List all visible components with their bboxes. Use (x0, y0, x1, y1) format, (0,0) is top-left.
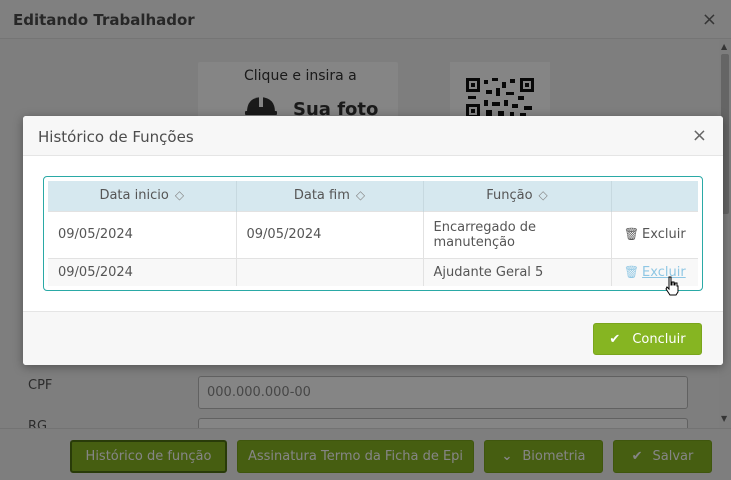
cell-data-inicio: 09/05/2024 (48, 257, 237, 286)
cell-funcao: Encarregado de manutenção (423, 210, 612, 258)
excluir-label: Excluir (642, 227, 686, 242)
modal-close-icon[interactable]: × (692, 125, 707, 146)
modal-footer: ✔ Concluir (23, 311, 723, 365)
column-header-data-inicio[interactable]: Data inicio ◇ (48, 181, 237, 211)
sort-icon: ◇ (355, 188, 366, 203)
cell-funcao: Ajudante Geral 5 (423, 257, 612, 286)
historico-funcoes-modal: Histórico de Funções × Data inicio ◇ Data… (23, 116, 723, 365)
table-row: 09/05/2024 09/05/2024 Encarregado de man… (48, 210, 698, 258)
cell-actions: 🗑 Excluir (611, 257, 698, 286)
sort-icon: ◇ (538, 188, 548, 203)
cell-data-fim: 09/05/2024 (236, 210, 424, 258)
modal-header: Histórico de Funções × (23, 116, 723, 156)
column-header-data-fim[interactable]: Data fim ◇ (236, 181, 424, 211)
concluir-button[interactable]: ✔ Concluir (593, 323, 702, 355)
concluir-label: Concluir (632, 331, 686, 347)
excluir-link[interactable]: 🗑 Excluir (624, 227, 686, 242)
trash-icon: 🗑 (623, 264, 640, 279)
column-header-funcao[interactable]: Função ◇ (423, 181, 612, 211)
hand-cursor-icon (665, 276, 679, 296)
cell-data-fim (236, 257, 424, 286)
trash-icon: 🗑 (623, 227, 640, 241)
check-icon: ✔ (609, 331, 621, 347)
sort-icon: ◇ (174, 188, 185, 203)
column-header-actions (611, 181, 698, 211)
table-row: 09/05/2024 Ajudante Geral 5 🗑 Excluir (48, 257, 698, 286)
funcoes-table: Data inicio ◇ Data fim ◇ Função ◇ 09/05/202… (48, 181, 698, 286)
column-label: Função (486, 188, 533, 204)
cell-data-inicio: 09/05/2024 (48, 210, 237, 258)
excluir-label: Excluir (642, 264, 686, 280)
modal-title: Histórico de Funções (38, 128, 194, 146)
funcoes-table-container: Data inicio ◇ Data fim ◇ Função ◇ 09/05/202… (43, 176, 703, 291)
column-label: Data inicio (99, 188, 169, 204)
cell-actions: 🗑 Excluir (611, 210, 698, 258)
modal-body: Data inicio ◇ Data fim ◇ Função ◇ 09/05/202… (23, 156, 723, 311)
column-label: Data fim (293, 188, 350, 204)
